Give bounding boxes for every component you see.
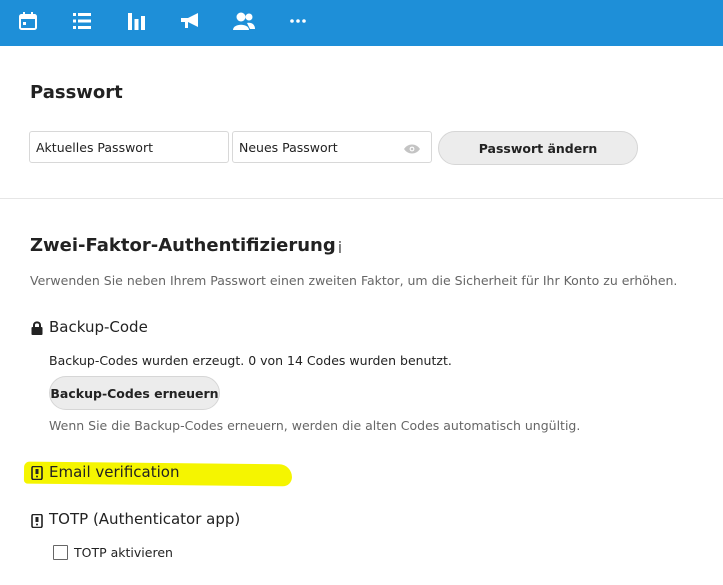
new-password-input[interactable]: Neues Passwort [232,131,432,163]
app-navigation-bar [0,0,723,46]
current-password-placeholder: Aktuelles Passwort [36,139,153,155]
activity-chart-icon[interactable] [125,10,147,32]
two-factor-title: Zwei-Faktor-Authentifizierung [30,235,336,256]
tasks-list-icon[interactable] [71,10,93,32]
totp-enable-checkbox[interactable] [53,545,68,560]
email-verification-device-icon [31,465,43,484]
password-title: Passwort [30,82,123,103]
show-password-eye-icon[interactable] [404,142,420,157]
change-password-button[interactable]: Passwort ändern [438,131,638,165]
regenerate-backup-codes-button[interactable]: Backup-Codes erneuern [49,376,220,410]
email-verification-label: Email verification [49,463,180,481]
current-password-input[interactable]: Aktuelles Passwort [29,131,229,163]
totp-device-icon [31,513,43,532]
two-factor-description: Verwenden Sie neben Ihrem Passwort einen… [30,273,678,288]
backup-codes-status: Backup-Codes wurden erzeugt. 0 von 14 Co… [49,353,452,368]
announcement-megaphone-icon[interactable] [179,10,201,32]
totp-label: TOTP (Authenticator app) [49,510,241,528]
backup-code-label: Backup-Code [49,318,148,336]
more-dots-icon[interactable] [287,10,309,32]
calendar-icon[interactable] [17,10,39,32]
totp-enable-label[interactable]: TOTP aktivieren [74,545,173,560]
lock-icon [31,320,43,339]
info-icon[interactable]: i [335,238,345,257]
new-password-placeholder: Neues Passwort [239,139,338,155]
backup-codes-hint: Wenn Sie die Backup-Codes erneuern, werd… [49,418,581,433]
password-section [0,46,723,199]
contacts-icon[interactable] [233,10,255,32]
